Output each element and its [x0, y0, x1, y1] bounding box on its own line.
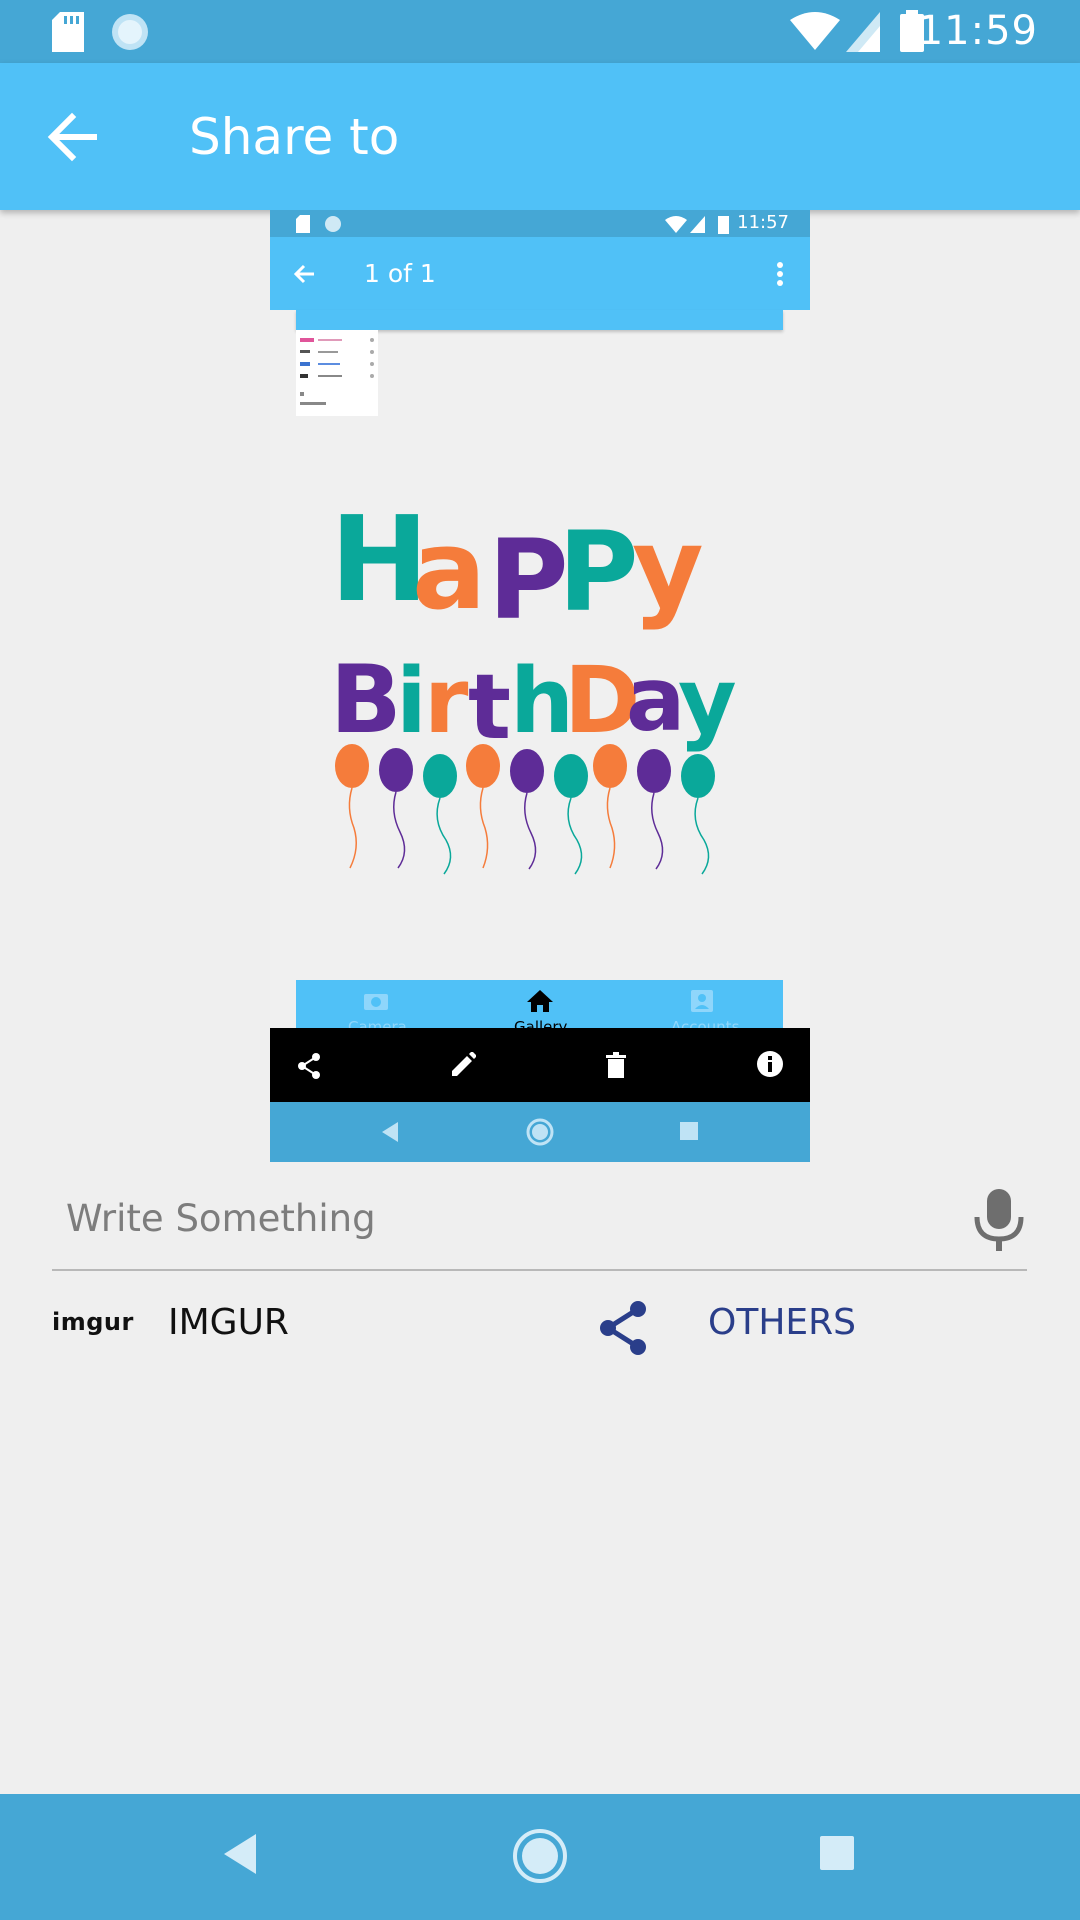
page-title: Share to [189, 108, 400, 166]
preview-bottom-nav: Camera Gallery Accounts [296, 980, 783, 1030]
battery-icon [718, 216, 729, 234]
letter-y: y [632, 504, 704, 632]
sync-icon [112, 14, 148, 50]
letter-a: a [412, 506, 486, 634]
sync-icon [325, 216, 341, 232]
preview-title: 1 of 1 [364, 259, 436, 288]
nav-recents-icon [680, 1122, 698, 1140]
happy-birthday-image: H a P P y B i r t h D a y [330, 490, 737, 875]
app-bar: Share to [0, 63, 1080, 210]
arrow-back-icon[interactable] [42, 105, 106, 169]
sd-card-icon [296, 215, 310, 233]
letter-i: i [396, 649, 427, 754]
others-share-button[interactable]: OTHERS [708, 1302, 856, 1343]
letter-p2: P [558, 508, 639, 636]
caption-input[interactable] [64, 1189, 948, 1247]
preview-action-bar [270, 1028, 810, 1102]
delete-icon [606, 1052, 626, 1078]
thumbnail-content [300, 338, 374, 405]
camera-icon [364, 994, 388, 1010]
wifi-icon [665, 216, 687, 233]
share-icon [298, 1053, 320, 1079]
home-icon [527, 990, 553, 1012]
preview-status-time: 11:57 [737, 212, 789, 233]
caption-field [52, 1165, 1027, 1271]
imgur-share-button[interactable]: IMGUR [168, 1302, 289, 1343]
system-nav-bar [0, 1794, 1080, 1920]
more-vert-icon [777, 262, 783, 286]
shared-image-preview: 11:57 1 of 1 H a P P y B i r t h D a y C… [270, 210, 810, 1162]
balloons [335, 744, 715, 875]
nav-recents-icon[interactable] [820, 1836, 854, 1870]
nav-back-icon[interactable] [224, 1834, 258, 1874]
letter-a2: a [626, 648, 685, 751]
status-bar: 11:59 [0, 0, 1080, 63]
status-time: 11:59 [917, 8, 1038, 54]
preview-system-nav [270, 1102, 810, 1162]
nav-back-icon [382, 1122, 398, 1142]
edit-icon [452, 1052, 476, 1076]
wifi-icon [790, 12, 840, 50]
sd-card-icon [52, 12, 84, 52]
arrow-back-icon [293, 264, 314, 284]
signal-icon [846, 12, 880, 52]
signal-icon [690, 216, 705, 233]
letter-r: r [424, 649, 469, 754]
info-icon [757, 1051, 783, 1077]
imgur-logo[interactable]: imgur [52, 1308, 134, 1336]
preview-toolbar-strip [296, 310, 783, 330]
nav-home-icon [526, 1118, 554, 1146]
preview-app-bar: 1 of 1 [270, 237, 810, 310]
letter-y2: y [678, 649, 737, 754]
letter-p1: P [488, 516, 569, 644]
preview-status-bar: 11:57 [270, 210, 810, 237]
share-icon[interactable] [598, 1300, 650, 1356]
mic-icon[interactable] [971, 1189, 1027, 1251]
preview-thumbnail [296, 330, 378, 416]
letter-t: t [468, 655, 511, 760]
letter-b: B [330, 646, 402, 755]
nav-home-icon[interactable] [512, 1828, 568, 1884]
account-icon [691, 990, 713, 1012]
